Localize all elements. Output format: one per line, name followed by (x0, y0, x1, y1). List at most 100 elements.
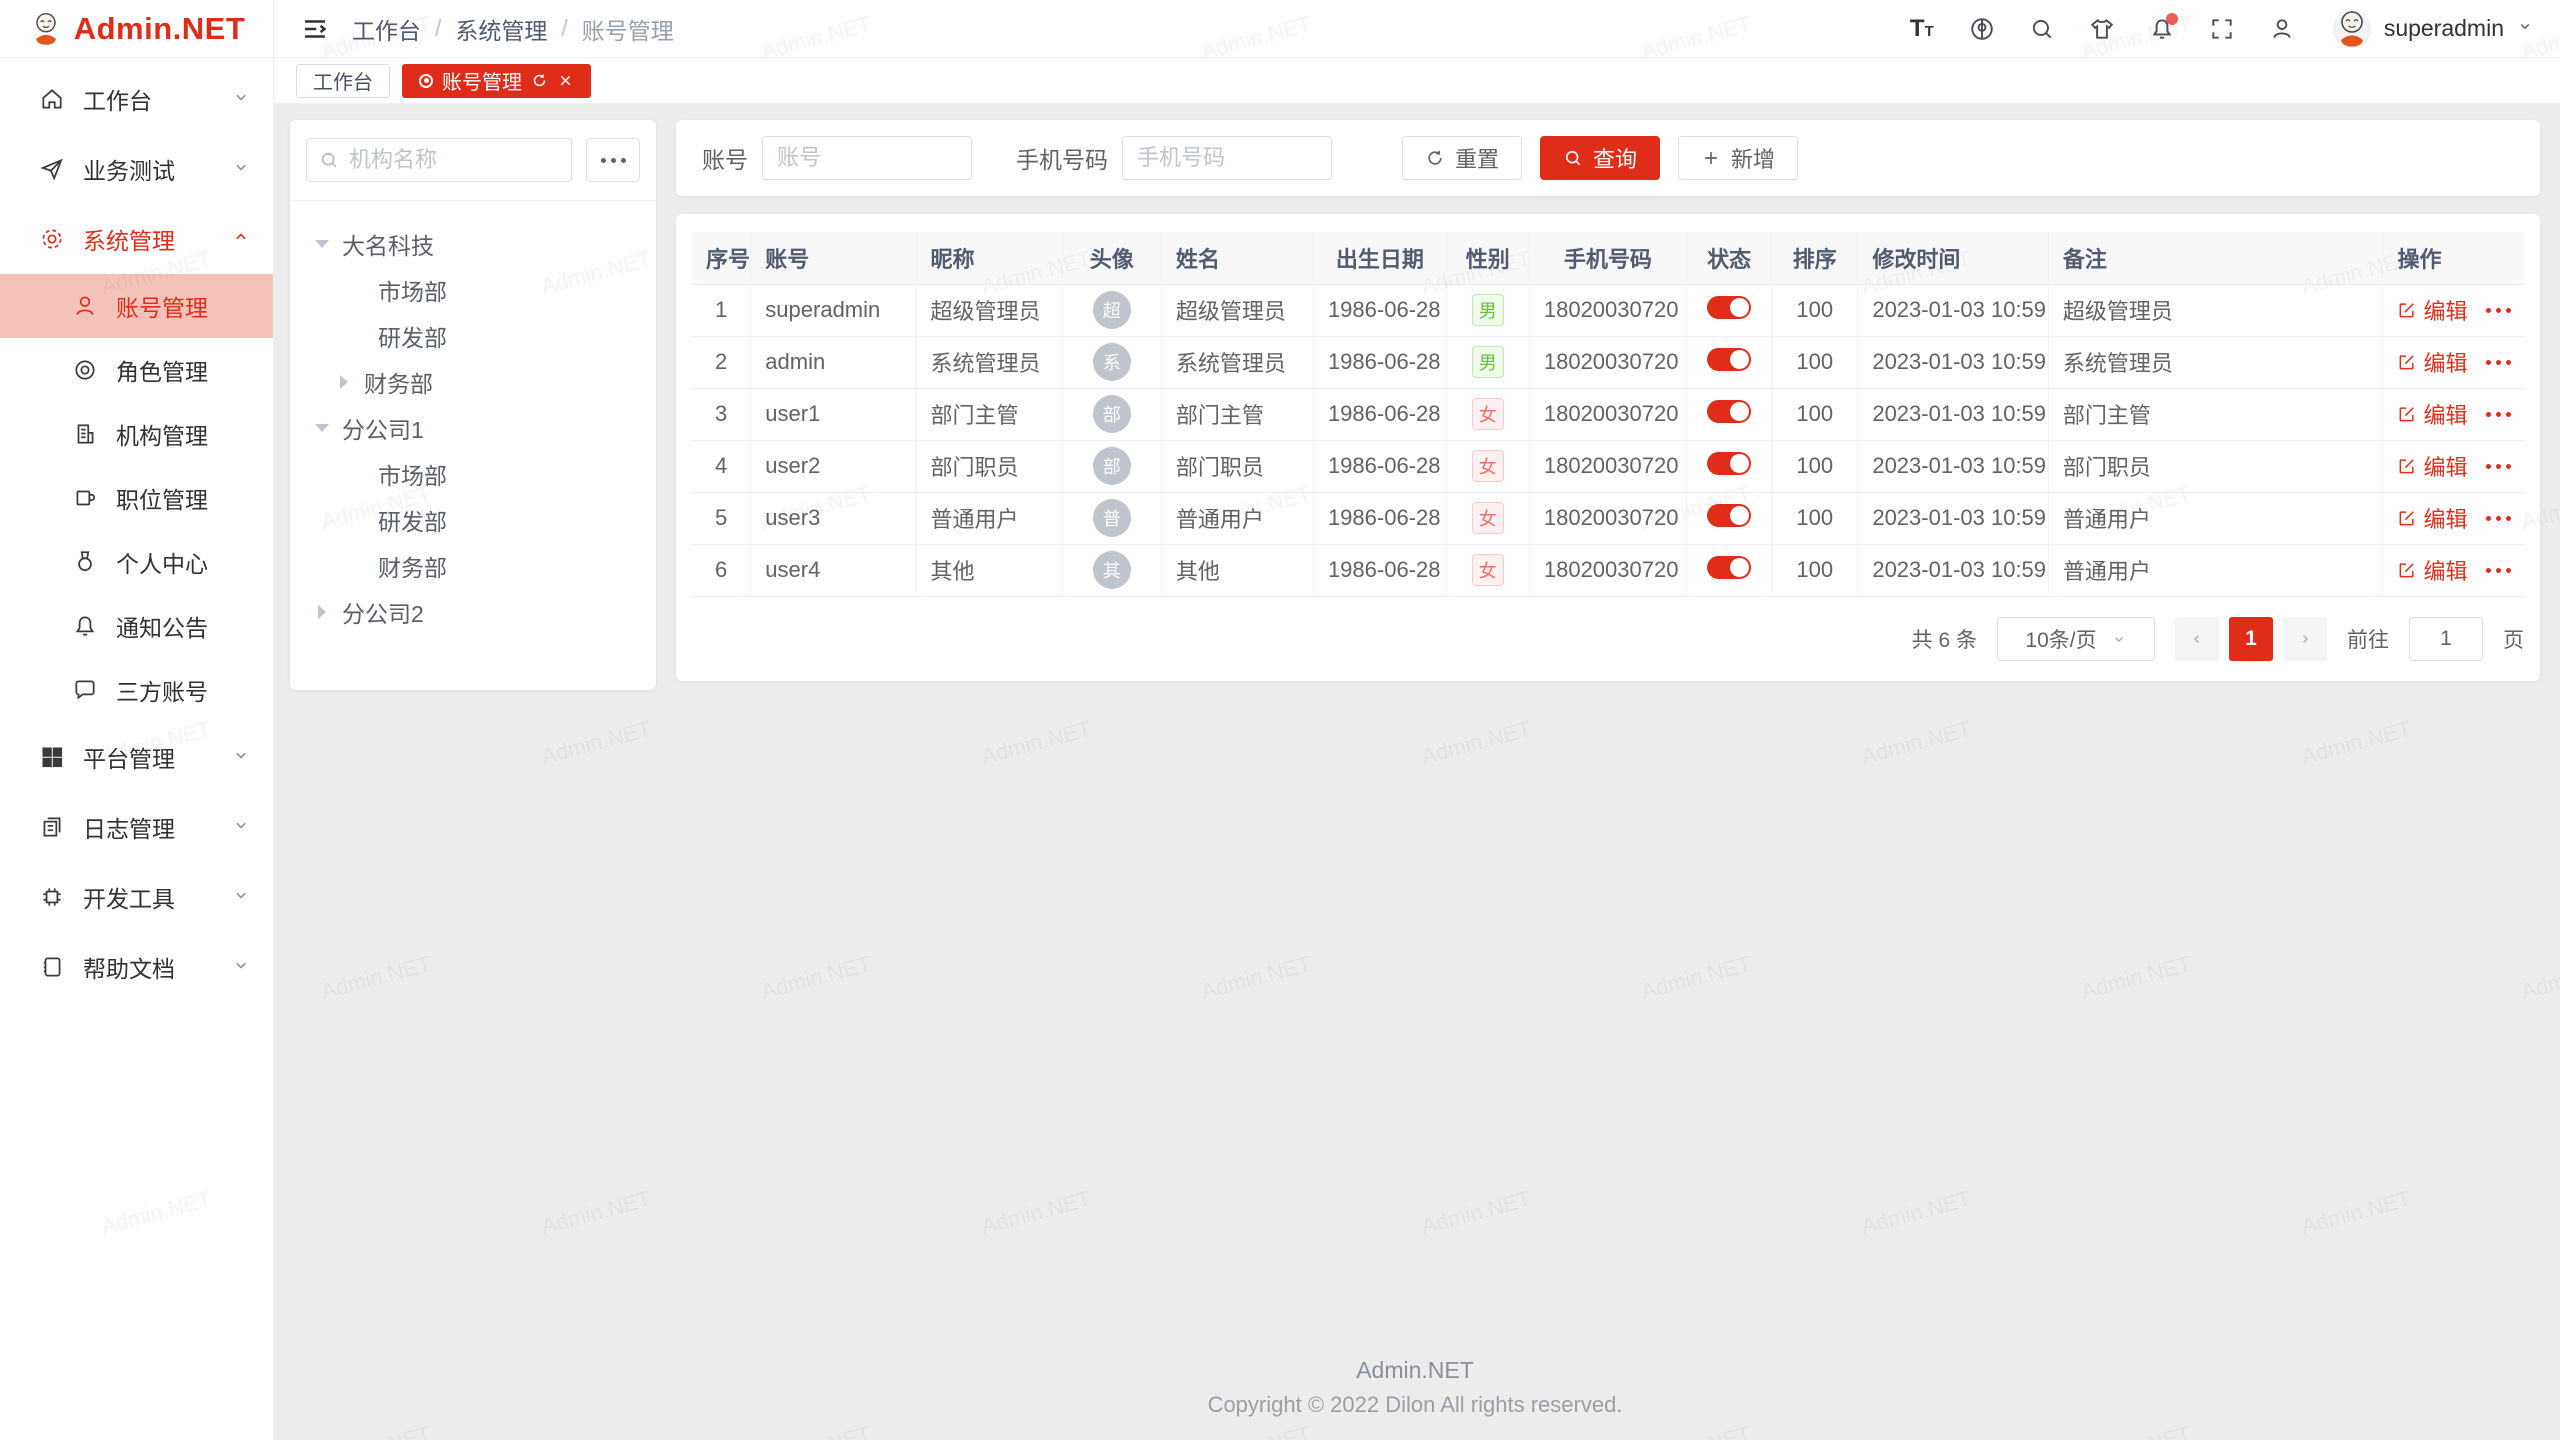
caret-right-icon[interactable] (340, 375, 348, 389)
page-1-button[interactable]: 1 (2229, 617, 2273, 661)
status-toggle[interactable] (1707, 504, 1751, 527)
close-icon[interactable] (557, 72, 574, 89)
col-modified-time: 修改时间 (1858, 232, 2049, 284)
tree-node-label: 大名科技 (342, 227, 434, 261)
tab-account-management[interactable]: 账号管理 (402, 64, 591, 98)
pagination: 共 6 条 10条/页 1 前往 (692, 617, 2524, 661)
notification-icon[interactable] (2148, 15, 2176, 43)
table-row: 6 user4 其他 其 其他 1986-06-28 女 18020030720 (692, 544, 2524, 596)
search-icon[interactable] (2028, 15, 2056, 43)
next-page-button[interactable] (2283, 617, 2327, 661)
tree-node[interactable]: 研发部 (300, 497, 646, 543)
goto-page-input[interactable] (2409, 617, 2483, 661)
org-search-input[interactable] (349, 147, 559, 173)
sidebar-item-dev-tools[interactable]: 开发工具 (0, 862, 273, 932)
col-nickname: 昵称 (916, 232, 1062, 284)
home-icon (39, 86, 65, 112)
account-filter-input[interactable] (762, 136, 972, 180)
caret-right-icon[interactable] (318, 605, 326, 619)
chevron-up-icon (231, 226, 251, 253)
tree-node[interactable]: 分公司2 (300, 589, 646, 635)
breadcrumb-item[interactable]: 系统管理 (455, 12, 547, 46)
sidebar-item-label: 日志管理 (83, 810, 231, 844)
language-icon[interactable] (1968, 15, 1996, 43)
sidebar-item-label: 角色管理 (116, 353, 251, 387)
edit-button[interactable]: 编辑 (2397, 346, 2467, 378)
tab-label: 工作台 (313, 66, 373, 95)
gender-badge: 女 (1472, 502, 1504, 534)
sidebar-item-label: 系统管理 (83, 222, 231, 256)
header-action-icons: TT (1908, 15, 2296, 43)
add-button[interactable]: 新增 (1678, 136, 1798, 180)
tree-node[interactable]: 财务部 (300, 543, 646, 589)
tab-workbench[interactable]: 工作台 (296, 64, 390, 98)
theme-icon[interactable] (2088, 15, 2116, 43)
sidebar-item-log-management[interactable]: 日志管理 (0, 792, 273, 862)
breadcrumb-item[interactable]: 工作台 (352, 12, 421, 46)
chevron-down-icon (231, 86, 251, 113)
collapse-sidebar-icon[interactable] (300, 14, 330, 44)
more-actions-button[interactable] (2484, 360, 2514, 365)
sidebar-item-account-management[interactable]: 账号管理 (0, 274, 273, 338)
tree-more-button[interactable] (586, 138, 640, 182)
sidebar-item-workbench[interactable]: 工作台 (0, 64, 273, 134)
page-size-select[interactable]: 10条/页 (1997, 617, 2155, 661)
sidebar-item-org-management[interactable]: 机构管理 (0, 402, 273, 466)
caret-down-icon[interactable] (315, 240, 329, 248)
more-actions-button[interactable] (2484, 308, 2514, 313)
tree-node[interactable]: 市场部 (300, 451, 646, 497)
more-actions-button[interactable] (2484, 412, 2514, 417)
gender-badge: 女 (1472, 554, 1504, 586)
fullscreen-icon[interactable] (2208, 15, 2236, 43)
sidebar-item-business-test[interactable]: 业务测试 (0, 134, 273, 204)
tree-node[interactable]: 市场部 (300, 267, 646, 313)
sidebar-item-label: 开发工具 (83, 880, 231, 914)
sidebar-item-label: 个人中心 (116, 545, 251, 579)
edit-button[interactable]: 编辑 (2397, 398, 2467, 430)
sidebar-item-third-party-account[interactable]: 三方账号 (0, 658, 273, 722)
tree-node[interactable]: 分公司1 (300, 405, 646, 451)
more-actions-button[interactable] (2484, 464, 2514, 469)
col-name: 姓名 (1161, 232, 1313, 284)
sidebar-item-platform-management[interactable]: 平台管理 (0, 722, 273, 792)
user-icon (72, 293, 98, 319)
refresh-icon[interactable] (531, 72, 548, 89)
sidebar-item-personal-center[interactable]: 个人中心 (0, 530, 273, 594)
edit-button[interactable]: 编辑 (2397, 554, 2467, 586)
prev-page-button[interactable] (2175, 617, 2219, 661)
more-actions-button[interactable] (2484, 516, 2514, 521)
status-toggle[interactable] (1707, 348, 1751, 371)
status-toggle[interactable] (1707, 452, 1751, 475)
tree-node[interactable]: 大名科技 (300, 221, 646, 267)
user-menu[interactable]: superadmin (2332, 9, 2534, 49)
sidebar-item-position-management[interactable]: 职位管理 (0, 466, 273, 530)
edit-button[interactable]: 编辑 (2397, 450, 2467, 482)
query-button[interactable]: 查询 (1540, 136, 1660, 180)
grid-icon (39, 744, 65, 770)
profile-icon[interactable] (2268, 15, 2296, 43)
caret-down-icon[interactable] (315, 424, 329, 432)
book-icon (39, 954, 65, 980)
app-logo[interactable]: Admin.NET (0, 0, 273, 58)
status-toggle[interactable] (1707, 400, 1751, 423)
sidebar-item-notice[interactable]: 通知公告 (0, 594, 273, 658)
reset-button[interactable]: 重置 (1402, 136, 1522, 180)
edit-icon (2397, 352, 2417, 372)
font-size-icon[interactable]: TT (1908, 15, 1936, 43)
edit-button[interactable]: 编辑 (2397, 294, 2467, 326)
status-toggle[interactable] (1707, 296, 1751, 319)
tab-label: 账号管理 (442, 66, 522, 95)
status-toggle[interactable] (1707, 556, 1751, 579)
col-order: 排序 (1772, 232, 1858, 284)
username: superadmin (2384, 15, 2504, 42)
more-actions-button[interactable] (2484, 568, 2514, 573)
sidebar-item-help-docs[interactable]: 帮助文档 (0, 932, 273, 1002)
avatar: 部 (1093, 447, 1131, 485)
sidebar-item-system-management[interactable]: 系统管理 (0, 204, 273, 274)
phone-filter-input[interactable] (1122, 136, 1332, 180)
edit-button[interactable]: 编辑 (2397, 502, 2467, 534)
tree-node[interactable]: 财务部 (300, 359, 646, 405)
sidebar-item-role-management[interactable]: 角色管理 (0, 338, 273, 402)
role-icon (72, 357, 98, 383)
tree-node[interactable]: 研发部 (300, 313, 646, 359)
